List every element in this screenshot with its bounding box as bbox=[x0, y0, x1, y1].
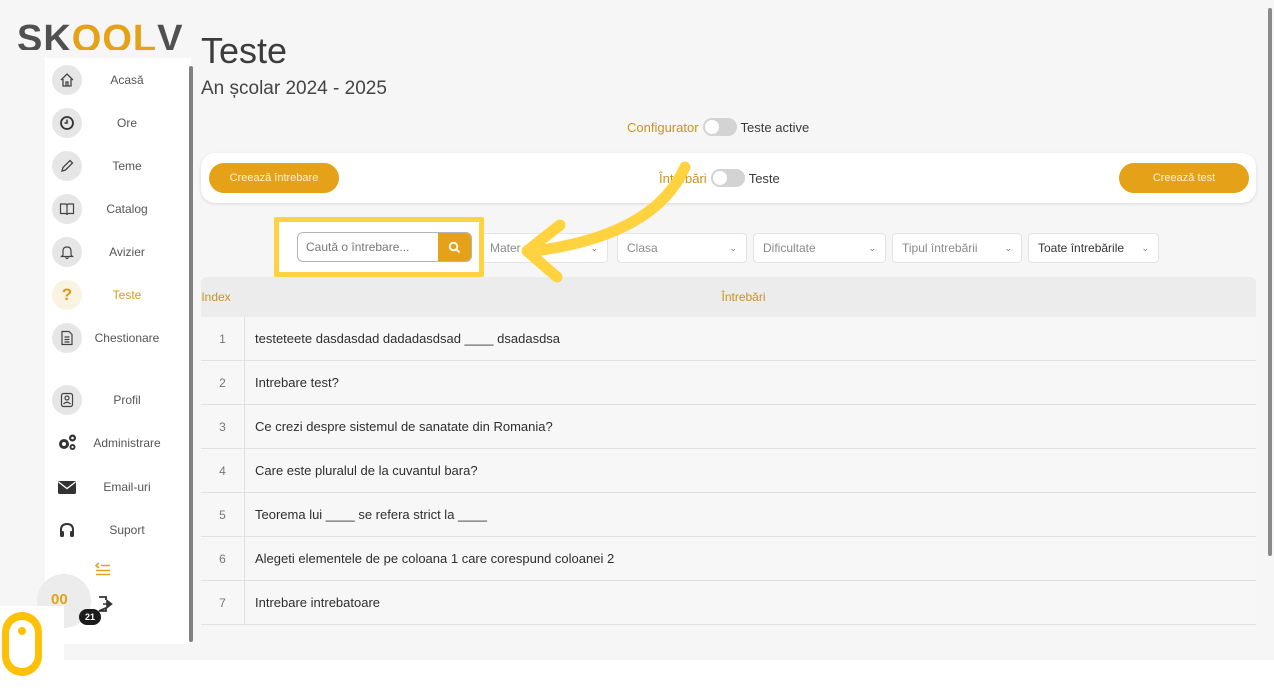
chevron-down-icon: ⌄ bbox=[1141, 242, 1149, 253]
table-row[interactable]: 7 Intrebare intrebatoare bbox=[201, 581, 1256, 625]
sidebar-scrollbar[interactable] bbox=[189, 66, 193, 642]
table-header: Index Întrebări bbox=[201, 277, 1256, 317]
questions-tests-toggle[interactable] bbox=[710, 169, 745, 187]
sidebar-item-label: Profil bbox=[113, 393, 141, 407]
search-button[interactable] bbox=[438, 233, 471, 261]
difficulty-filter[interactable]: Dificultate ⌄ bbox=[753, 233, 886, 263]
sidebar-item-administrare[interactable]: Administrare bbox=[52, 428, 172, 458]
bell-icon bbox=[52, 237, 82, 267]
configurator-label: Configurator bbox=[627, 119, 699, 135]
school-year-subtitle: An școlar 2024 - 2025 bbox=[201, 78, 387, 99]
table-row[interactable]: 2 Intrebare test? bbox=[201, 361, 1256, 405]
table-row[interactable]: 6 Alegeti elementele de pe coloana 1 care… bbox=[201, 537, 1256, 581]
logout-icon[interactable] bbox=[96, 594, 116, 614]
search-input[interactable] bbox=[298, 233, 454, 261]
sidebar-item-chestionare[interactable]: Chestionare bbox=[52, 323, 172, 353]
create-test-button[interactable]: Creează test bbox=[1119, 163, 1249, 193]
brand-logo: SKOOLVERS bbox=[17, 18, 185, 50]
sidebar-item-label: Acasă bbox=[110, 73, 144, 87]
headset-icon bbox=[52, 515, 82, 545]
page-scrollbar[interactable] bbox=[1268, 8, 1272, 556]
table-row[interactable]: 3 Ce crezi despre sistemul de sanatate di… bbox=[201, 405, 1256, 449]
sidebar-item-label: Chestionare bbox=[94, 331, 160, 345]
sidebar-item-label: Teme bbox=[112, 159, 142, 173]
app-window: SKOOLVERS Acasă Ore Teme Catalog Avizier bbox=[0, 0, 1274, 660]
tests-label: Teste bbox=[748, 170, 780, 186]
sidebar-item-label: Suport bbox=[109, 523, 145, 537]
table-row[interactable]: 1 testeteete dasdasdad dadadasdsad ____ d… bbox=[201, 317, 1256, 361]
sidebar-item-label: Catalog bbox=[106, 202, 148, 216]
sidebar-item-label: Avizier bbox=[109, 245, 145, 259]
create-question-button[interactable]: Creează întrebare bbox=[209, 163, 339, 193]
table-row[interactable]: 5 Teorema lui ____ se refera strict la __… bbox=[201, 493, 1256, 537]
search-box bbox=[297, 232, 472, 262]
pencil-icon bbox=[52, 151, 82, 181]
page-title: Teste bbox=[201, 30, 288, 71]
question-icon: ? bbox=[52, 280, 82, 310]
document-icon bbox=[52, 323, 82, 353]
sidebar-item-email[interactable]: Email-uri bbox=[52, 472, 172, 502]
sidebar-item-label: Administrare bbox=[93, 436, 161, 450]
gears-icon bbox=[52, 428, 82, 458]
sidebar-item-teme[interactable]: Teme bbox=[52, 151, 172, 181]
sidebar-item-profil[interactable]: Profil bbox=[52, 385, 172, 415]
table-row[interactable]: 4 Care este pluralul de la cuvantul bara? bbox=[201, 449, 1256, 493]
configurator-toggle[interactable] bbox=[702, 118, 737, 136]
sidebar-item-label: Email-uri bbox=[103, 480, 151, 494]
home-icon bbox=[52, 65, 82, 95]
chevron-down-icon: ⌄ bbox=[1004, 242, 1012, 253]
all-questions-filter[interactable]: Toate întrebările ⌄ bbox=[1028, 233, 1159, 263]
sidebar-item-acasa[interactable]: Acasă bbox=[52, 65, 172, 95]
index-column-header: Index bbox=[201, 290, 231, 304]
sidebar-item-label: Ore bbox=[116, 116, 137, 130]
sidebar-item-avizier[interactable]: Avizier bbox=[52, 237, 172, 267]
tutorial-arrow-icon bbox=[521, 161, 691, 283]
clock-icon bbox=[52, 108, 82, 138]
sidebar-item-label: Teste bbox=[112, 288, 142, 302]
question-type-filter[interactable]: Tipul întrebării ⌄ bbox=[892, 233, 1022, 263]
book-icon bbox=[52, 194, 82, 224]
chevron-down-icon: ⌄ bbox=[729, 242, 737, 253]
sidebar-item-suport[interactable]: Suport bbox=[52, 515, 172, 545]
sidebar-item-teste[interactable]: ? Teste bbox=[52, 280, 172, 310]
configurator-toggle-row: Configurator Teste active bbox=[627, 118, 809, 136]
chevron-down-icon: ⌄ bbox=[868, 242, 876, 253]
mail-icon bbox=[52, 472, 82, 502]
collapse-sidebar-icon[interactable] bbox=[94, 560, 112, 576]
active-tests-label: Teste active bbox=[740, 119, 810, 135]
profile-icon bbox=[52, 385, 82, 415]
sidebar-item-catalog[interactable]: Catalog bbox=[52, 194, 172, 224]
questions-table: Index Întrebări 1 testeteete dasdasdad da… bbox=[201, 277, 1256, 625]
sidebar-item-ore[interactable]: Ore bbox=[52, 108, 172, 138]
questions-column-header: Întrebări bbox=[721, 290, 766, 304]
search-icon bbox=[448, 241, 461, 253]
corner-logo bbox=[0, 606, 64, 686]
